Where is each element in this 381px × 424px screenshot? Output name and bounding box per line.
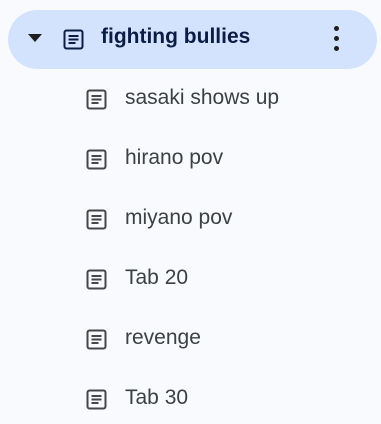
tab-tab-30[interactable]: Tab 30: [70, 375, 370, 423]
tab-label: hirano pov: [125, 146, 224, 169]
tab-tab-20[interactable]: Tab 20: [70, 255, 370, 303]
document-icon: [86, 149, 107, 170]
caret-down-icon[interactable]: [28, 34, 42, 42]
tab-miyano-pov[interactable]: miyano pov: [70, 195, 370, 243]
tab-sasaki-shows-up[interactable]: sasaki shows up: [70, 75, 370, 123]
more-vert-icon[interactable]: [328, 25, 346, 53]
document-icon: [63, 29, 84, 50]
tab-label: miyano pov: [125, 206, 233, 229]
tab-hirano-pov[interactable]: hirano pov: [70, 135, 370, 183]
tab-revenge[interactable]: revenge: [70, 315, 370, 363]
tab-fighting-bullies[interactable]: fighting bullies: [8, 10, 377, 69]
document-tabs-outline: fighting bullies sasaki shows up hirano …: [0, 0, 381, 424]
document-icon: [86, 389, 107, 410]
document-icon: [86, 209, 107, 230]
tab-label: fighting bullies: [101, 25, 251, 48]
document-icon: [86, 269, 107, 290]
tab-label: Tab 30: [125, 386, 189, 409]
tab-label: Tab 20: [125, 266, 189, 289]
tab-label: revenge: [125, 326, 201, 349]
tab-label: sasaki shows up: [125, 86, 280, 109]
document-icon: [86, 329, 107, 350]
document-icon: [86, 89, 107, 110]
